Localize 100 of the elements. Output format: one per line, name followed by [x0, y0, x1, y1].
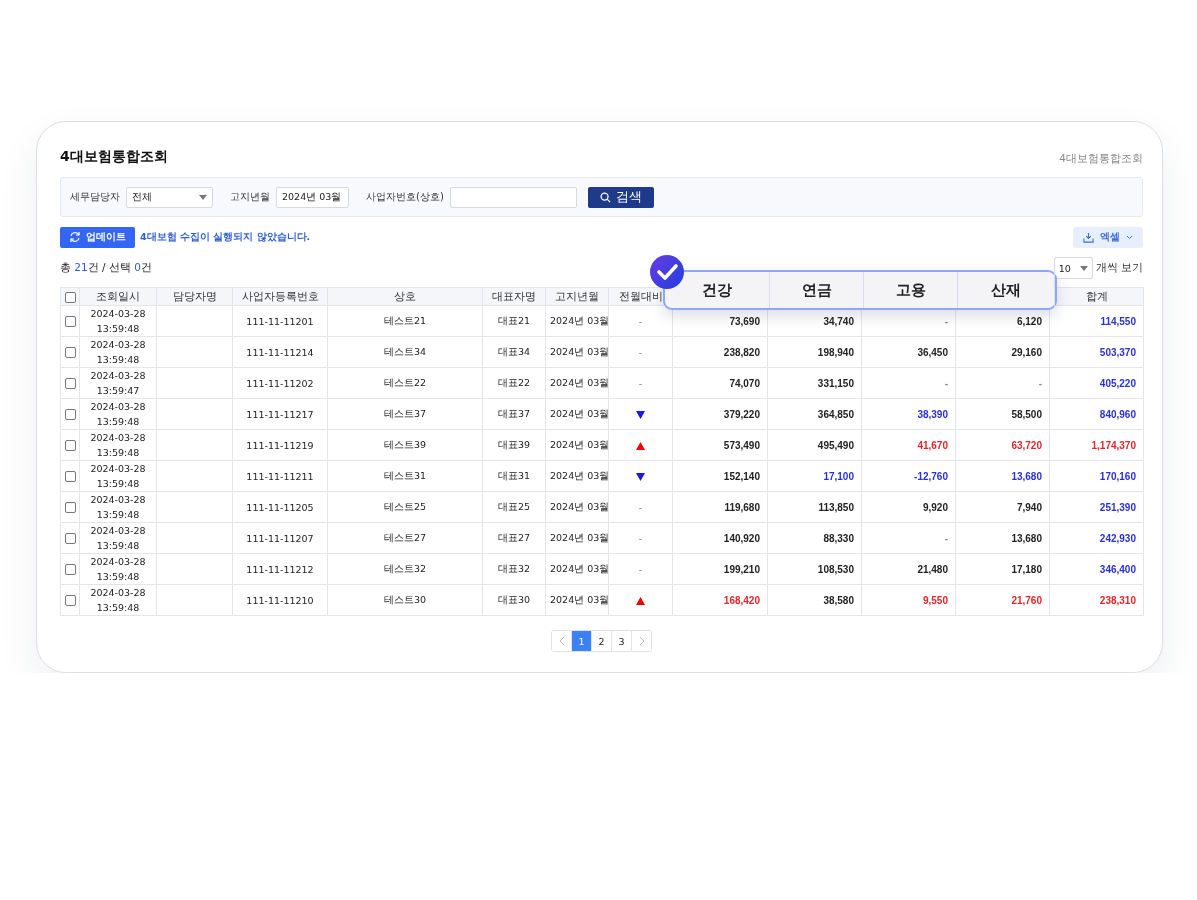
- table-cell: -: [944, 532, 948, 544]
- table-cell: 대표34: [497, 345, 531, 357]
- excel-button[interactable]: 엑셀: [1073, 226, 1143, 248]
- table-cell: 840,960: [1099, 408, 1136, 420]
- table-cell: 17,180: [1011, 563, 1042, 575]
- table-cell: 63,720: [1011, 439, 1042, 451]
- column-header: 전월대비: [618, 289, 663, 302]
- table-cell: 73,690: [729, 315, 760, 327]
- column-header: 합계: [1085, 289, 1108, 302]
- table-cell: 대표39: [497, 438, 531, 450]
- table-cell: 2024년 03월: [550, 376, 608, 388]
- table-cell: 573,490: [723, 439, 760, 451]
- table-cell-text: 2024-03-28 13:59:48: [90, 462, 146, 491]
- row-checkbox[interactable]: [65, 316, 76, 327]
- table-cell: 111-11-11219: [246, 439, 314, 451]
- column-header: 조회일시: [96, 289, 140, 302]
- business-label: 사업자번호(상호): [366, 190, 444, 204]
- caret-icon: [1079, 265, 1088, 271]
- table-cell: 88,330: [823, 532, 854, 544]
- table-cell: 331,150: [817, 377, 854, 389]
- row-checkbox[interactable]: [65, 502, 76, 513]
- chevron-left-icon: [558, 636, 565, 646]
- row-checkbox[interactable]: [65, 347, 76, 358]
- column-header: 고지년월: [555, 289, 599, 302]
- row-checkbox[interactable]: [65, 564, 76, 575]
- page-title: 4대보험통합조회: [60, 148, 168, 166]
- table-cell: 7,940: [1016, 501, 1042, 513]
- table-cell: 2024년 03월: [550, 438, 608, 450]
- table-cell: 테스트27: [383, 531, 427, 543]
- business-field[interactable]: [449, 186, 577, 208]
- table-cell: 74,070: [729, 377, 760, 389]
- table-cell-text: 2024-03-28 13:59:48: [90, 338, 146, 367]
- update-button[interactable]: 업데이트: [60, 226, 135, 248]
- table-cell: 9,920: [922, 501, 948, 513]
- row-checkbox[interactable]: [65, 378, 76, 389]
- table-cell: 대표22: [497, 376, 531, 388]
- table-cell: 58,500: [1011, 408, 1042, 420]
- table-cell: 170,160: [1099, 470, 1136, 482]
- table-cell: 6,120: [1016, 315, 1042, 327]
- table-cell: 2024년 03월: [550, 314, 608, 326]
- table-cell: 21,760: [1011, 594, 1042, 606]
- table-cell: 34,740: [823, 315, 854, 327]
- table-cell: 111-11-11212: [246, 563, 314, 575]
- month-field[interactable]: 2024년 03월: [276, 186, 349, 208]
- caret-icon: [199, 194, 207, 200]
- table-cell: 테스트22: [383, 376, 427, 388]
- table-cell: 108,530: [817, 563, 854, 575]
- table-cell-text: 2024-03-28 13:59:48: [90, 555, 146, 584]
- table-cell: 17,100: [823, 470, 854, 482]
- manager-select[interactable]: 전체: [126, 186, 213, 208]
- table-cell-text: 2024-03-28 13:59:48: [90, 586, 146, 615]
- table-cell: 1,174,370: [1091, 439, 1136, 451]
- table-cell-text: 2024-03-28 13:59:47: [90, 369, 146, 398]
- search-button[interactable]: 검색: [587, 186, 654, 208]
- trend-cell: -: [638, 532, 643, 544]
- table-cell: 242,930: [1099, 532, 1136, 544]
- table-cell: 111-11-11210: [246, 594, 314, 606]
- column-header: 상호: [394, 289, 416, 302]
- table-cell: 대표27: [497, 531, 531, 543]
- table-cell: -: [944, 377, 948, 389]
- table-cell: 테스트39: [383, 438, 427, 450]
- table-cell: 테스트31: [383, 469, 427, 481]
- table-cell: 346,400: [1099, 563, 1136, 575]
- table-cell: 21,480: [917, 563, 948, 575]
- trend-cell: -: [638, 346, 643, 358]
- table-cell: 29,160: [1011, 346, 1042, 358]
- table-cell: 152,140: [723, 470, 760, 482]
- table-cell: 405,220: [1099, 377, 1136, 389]
- table-cell-text: 2024-03-28 13:59:48: [90, 307, 146, 336]
- table-cell: 대표32: [497, 562, 531, 574]
- row-checkbox[interactable]: [65, 595, 76, 606]
- table-cell: 테스트30: [383, 593, 427, 605]
- table-cell: 41,670: [917, 439, 948, 451]
- table-cell: 대표25: [497, 500, 531, 512]
- table-cell: 대표21: [497, 314, 531, 326]
- table-cell: 503,370: [1099, 346, 1136, 358]
- table-cell: 38,390: [917, 408, 948, 420]
- table-cell: 111-11-11201: [246, 315, 314, 327]
- manager-label: 세무담당자: [70, 190, 120, 204]
- trend-cell: -: [638, 377, 643, 389]
- trend-cell: -: [638, 563, 643, 575]
- column-header: 사업자등록번호: [241, 289, 319, 302]
- table-cell: 113,850: [818, 501, 854, 513]
- table-cell: 38,580: [823, 594, 854, 606]
- table-cell: 2024년 03월: [550, 562, 608, 574]
- table-cell-text: 2024-03-28 13:59:48: [90, 524, 146, 553]
- table-cell: 111-11-11214: [246, 346, 314, 358]
- status-message: 4대보험 수집이 실행되지 않았습니다.: [140, 230, 311, 244]
- row-checkbox[interactable]: [65, 440, 76, 451]
- column-header: 고용: [864, 272, 958, 308]
- select-all-checkbox[interactable]: [65, 291, 76, 303]
- table-cell: 111-11-11202: [246, 377, 314, 389]
- row-checkbox[interactable]: [65, 409, 76, 420]
- table-cell: 13,680: [1011, 532, 1042, 544]
- column-header: 대표자명: [492, 289, 536, 302]
- row-checkbox[interactable]: [65, 471, 76, 482]
- table-cell: 238,310: [1099, 594, 1136, 606]
- row-checkbox[interactable]: [65, 533, 76, 544]
- table-cell: 9,550: [922, 594, 948, 606]
- page-button[interactable]: 1: [572, 631, 592, 651]
